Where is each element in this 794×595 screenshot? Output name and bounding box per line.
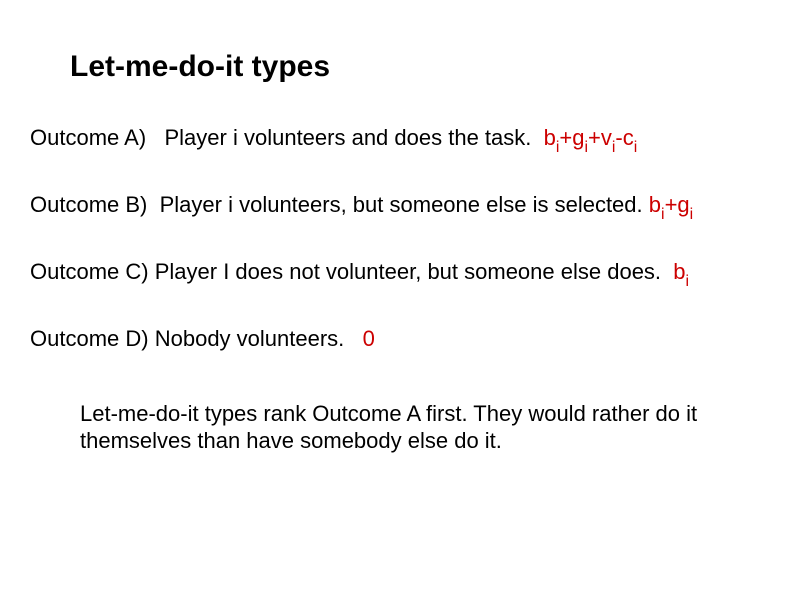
outcome-b-payoff: bi+gi: [649, 192, 693, 217]
outcome-d-payoff: 0: [363, 326, 375, 351]
outcome-d-text: Nobody volunteers.: [155, 326, 345, 351]
outcome-b-text: Player i volunteers, but someone else is…: [160, 192, 643, 217]
outcome-b: Outcome B) Player i volunteers, but some…: [30, 191, 764, 224]
outcome-a-payoff: bi+gi+vi-ci: [544, 125, 638, 150]
outcome-c-payoff: bi: [673, 259, 689, 284]
slide: Let-me-do-it types Outcome A) Player i v…: [0, 0, 794, 485]
outcome-a-text: Player i volunteers and does the task.: [165, 125, 532, 150]
outcome-a-label: Outcome A): [30, 125, 146, 150]
slide-title: Let-me-do-it types: [70, 50, 764, 84]
outcome-c-label: Outcome C): [30, 259, 149, 284]
footer-text: Let-me-do-it types rank Outcome A first.…: [80, 400, 720, 455]
outcome-d-label: Outcome D): [30, 326, 149, 351]
outcome-c: Outcome C) Player I does not volunteer, …: [30, 258, 764, 291]
outcome-b-label: Outcome B): [30, 192, 147, 217]
outcome-d: Outcome D) Nobody volunteers. 0: [30, 325, 764, 354]
outcome-c-text: Player I does not volunteer, but someone…: [155, 259, 661, 284]
outcome-a: Outcome A) Player i volunteers and does …: [30, 124, 764, 157]
